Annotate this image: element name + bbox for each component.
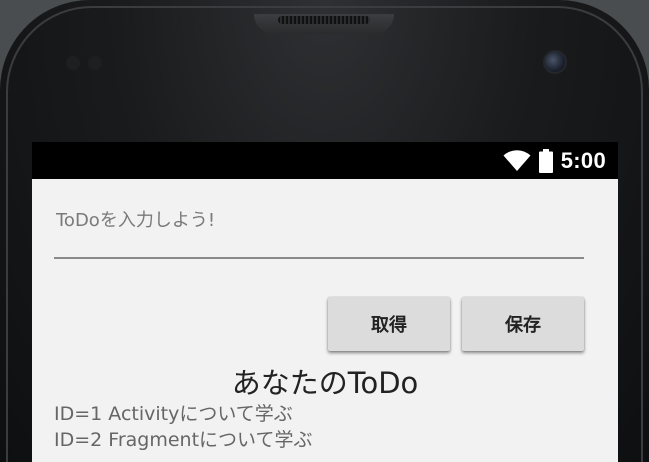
proximity-sensor [66,56,80,70]
light-sensor [88,56,102,70]
status-clock: 5:00 [560,147,606,173]
status-bar: 5:00 [32,142,618,179]
front-camera-icon [543,50,567,74]
phone-device-frame: 5:00 取得 保存 あなたのToDo ID=1 Activityについて学ぶ … [0,0,649,462]
speaker-grill [278,16,370,24]
list-item: ID=2 Fragmentについて学ぶ [54,429,313,451]
main-content: 取得 保存 あなたのToDo ID=1 Activityについて学ぶ ID=2 … [32,179,618,462]
todo-list: ID=1 Activityについて学ぶ ID=2 Fragmentについて学ぶ [54,401,312,453]
list-item: ID=1 Activityについて学ぶ [54,403,293,425]
battery-icon [538,148,553,173]
todo-heading: あなたのToDo [231,366,419,400]
save-button[interactable]: 保存 [462,297,584,351]
todo-input[interactable] [54,201,584,259]
status-bar-right: 5:00 [503,142,606,179]
app-screen: 5:00 取得 保存 あなたのToDo ID=1 Activityについて学ぶ … [32,142,618,462]
get-button[interactable]: 取得 [328,297,450,351]
wifi-icon [503,149,531,171]
